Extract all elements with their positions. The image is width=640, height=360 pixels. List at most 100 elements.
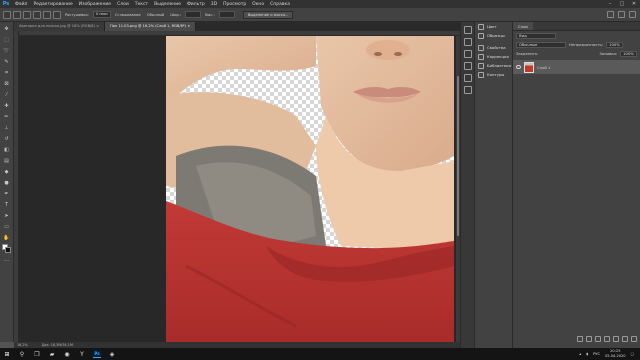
scrollbar-thumb[interactable] [457, 76, 459, 236]
intersect-selection-icon[interactable] [53, 10, 61, 19]
panel-adjustments[interactable]: Коррекция [475, 52, 512, 61]
layer-name[interactable]: Слой 1 [537, 65, 551, 70]
task-view-icon[interactable]: ❐ [33, 350, 41, 358]
panel-paths[interactable]: Контуры [475, 70, 512, 79]
background-color-swatch[interactable] [5, 247, 11, 253]
eraser-tool-icon[interactable]: ◧ [2, 145, 12, 154]
shape-tool-icon[interactable]: ▭ [2, 222, 12, 231]
pen-tool-icon[interactable]: ✒ [2, 189, 12, 198]
layers-panel: Слои Вид Обычные Непрозрачность: 100% За… [512, 22, 640, 348]
new-layer-icon[interactable] [622, 336, 628, 342]
lasso-tool-icon[interactable]: ➰ [2, 46, 12, 55]
menu-window[interactable]: Окно [249, 2, 267, 7]
menu-image[interactable]: Изображение [76, 2, 114, 7]
blend-mode-select[interactable]: Обычные [516, 41, 566, 48]
home-icon[interactable] [3, 10, 11, 19]
width-input[interactable] [185, 11, 202, 18]
paragraph-icon[interactable] [463, 62, 472, 70]
volume-icon[interactable]: ◖ [586, 352, 588, 356]
quick-select-tool-icon[interactable]: ✎ [2, 57, 12, 66]
close-icon[interactable]: ✕ [628, 0, 640, 8]
vertical-ruler[interactable] [14, 31, 19, 342]
visibility-eye-icon[interactable] [516, 65, 521, 69]
layer-kind-filter[interactable]: Вид [516, 32, 556, 39]
menu-file[interactable]: Файл [12, 2, 30, 7]
history-brush-tool-icon[interactable]: ↺ [2, 134, 12, 143]
browser-icon[interactable]: ◉ [63, 350, 71, 358]
menu-3d[interactable]: 3D [208, 2, 220, 7]
tab-active-document[interactable]: Пол 11.03.png @ 16,2% (Слой 1, RGB/8*) × [105, 22, 197, 31]
navigator-icon[interactable] [463, 86, 472, 94]
menu-view[interactable]: Просмотр [220, 2, 249, 7]
crop-tool-icon[interactable]: ⌗ [2, 68, 12, 77]
menu-filter[interactable]: Фильтр [184, 2, 208, 7]
marquee-preset-icon[interactable] [13, 10, 21, 19]
new-group-icon[interactable] [613, 336, 619, 342]
new-selection-icon[interactable] [23, 10, 31, 19]
eyedropper-tool-icon[interactable]: ⁄ [2, 90, 12, 99]
tab-layers[interactable]: Слои [513, 22, 533, 30]
healing-brush-tool-icon[interactable]: ✚ [2, 101, 12, 110]
opacity-input[interactable]: 100% [606, 41, 623, 48]
photoshop-taskbar-icon[interactable]: Ps [93, 350, 101, 358]
gradient-tool-icon[interactable]: ▤ [2, 156, 12, 165]
marquee-tool-icon[interactable]: ⬚ [2, 35, 12, 44]
character-icon[interactable] [463, 50, 472, 58]
menu-type[interactable]: Текст [132, 2, 151, 7]
maximize-icon[interactable]: □ [616, 0, 628, 8]
subtract-selection-icon[interactable] [43, 10, 51, 19]
notifications-icon[interactable]: ▢ [631, 352, 634, 356]
adjustment-layer-icon[interactable] [604, 336, 610, 342]
layer-row[interactable]: Слой 1 [513, 60, 640, 74]
workspace-icon[interactable] [618, 11, 625, 18]
panel-properties-label: Свойства [487, 45, 506, 50]
move-tool-icon[interactable]: ✥ [2, 24, 12, 33]
type-tool-icon[interactable]: T [2, 200, 12, 209]
panel-libraries[interactable]: Библиотеки [475, 61, 512, 70]
history-icon[interactable] [463, 26, 472, 34]
tab-avatar-document[interactable]: Аватарка для поиска.jpg @ 16% (RGB/8) × [14, 22, 106, 31]
brush-settings-icon[interactable] [463, 38, 472, 46]
clock[interactable]: 20:25 05.04.2020 [605, 349, 626, 358]
network-icon[interactable]: ▴ [579, 352, 581, 356]
blur-tool-icon[interactable]: ◆ [2, 167, 12, 176]
clone-stamp-tool-icon[interactable]: ⊥ [2, 123, 12, 132]
feather-input[interactable]: 0 пикс [92, 11, 112, 18]
app-icon[interactable]: ◈ [108, 350, 116, 358]
language-indicator[interactable]: РУС [593, 352, 600, 356]
hand-tool-icon[interactable]: ✋ [2, 233, 12, 242]
minimize-icon[interactable]: – [604, 0, 616, 8]
panel-swatches[interactable]: Образцы [475, 31, 512, 40]
search-taskbar-icon[interactable]: ⚲ [18, 350, 26, 358]
frame-tool-icon[interactable]: ⊠ [2, 79, 12, 88]
height-input[interactable] [218, 11, 235, 18]
menu-select[interactable]: Выделение [151, 2, 184, 7]
panel-color[interactable]: Цвет [475, 22, 512, 31]
trash-icon[interactable] [631, 336, 637, 342]
document-canvas[interactable] [166, 36, 454, 342]
antialias-checkbox[interactable]: Сглаживание [115, 13, 141, 17]
search-icon[interactable] [607, 11, 614, 18]
menu-layers[interactable]: Слои [114, 2, 132, 7]
horizontal-ruler[interactable] [14, 31, 460, 36]
canvas-area[interactable] [14, 31, 460, 342]
style-label[interactable]: Обычный [147, 13, 165, 17]
windows-start-icon[interactable]: ⊞ [3, 350, 11, 358]
menu-help[interactable]: Справка [267, 2, 293, 7]
link-layers-icon[interactable] [577, 336, 583, 342]
add-selection-icon[interactable] [33, 10, 41, 19]
dodge-tool-icon[interactable]: ● [2, 178, 12, 187]
info-icon[interactable] [463, 74, 472, 82]
path-select-tool-icon[interactable]: ➤ [2, 211, 12, 220]
layer-style-icon[interactable] [586, 336, 592, 342]
add-mask-icon[interactable] [595, 336, 601, 342]
file-explorer-icon[interactable]: ▰ [48, 350, 56, 358]
more-tools-icon[interactable]: … [2, 255, 12, 264]
panel-properties[interactable]: Свойства [475, 43, 512, 52]
share-icon[interactable] [629, 11, 636, 18]
select-and-mask-button[interactable]: Выделение и маска... [242, 10, 294, 19]
menu-edit[interactable]: Редактирование [30, 2, 75, 7]
brush-tool-icon[interactable]: ✏ [2, 112, 12, 121]
fill-input[interactable]: 100% [620, 50, 637, 57]
yandex-icon[interactable]: Y [78, 350, 86, 358]
